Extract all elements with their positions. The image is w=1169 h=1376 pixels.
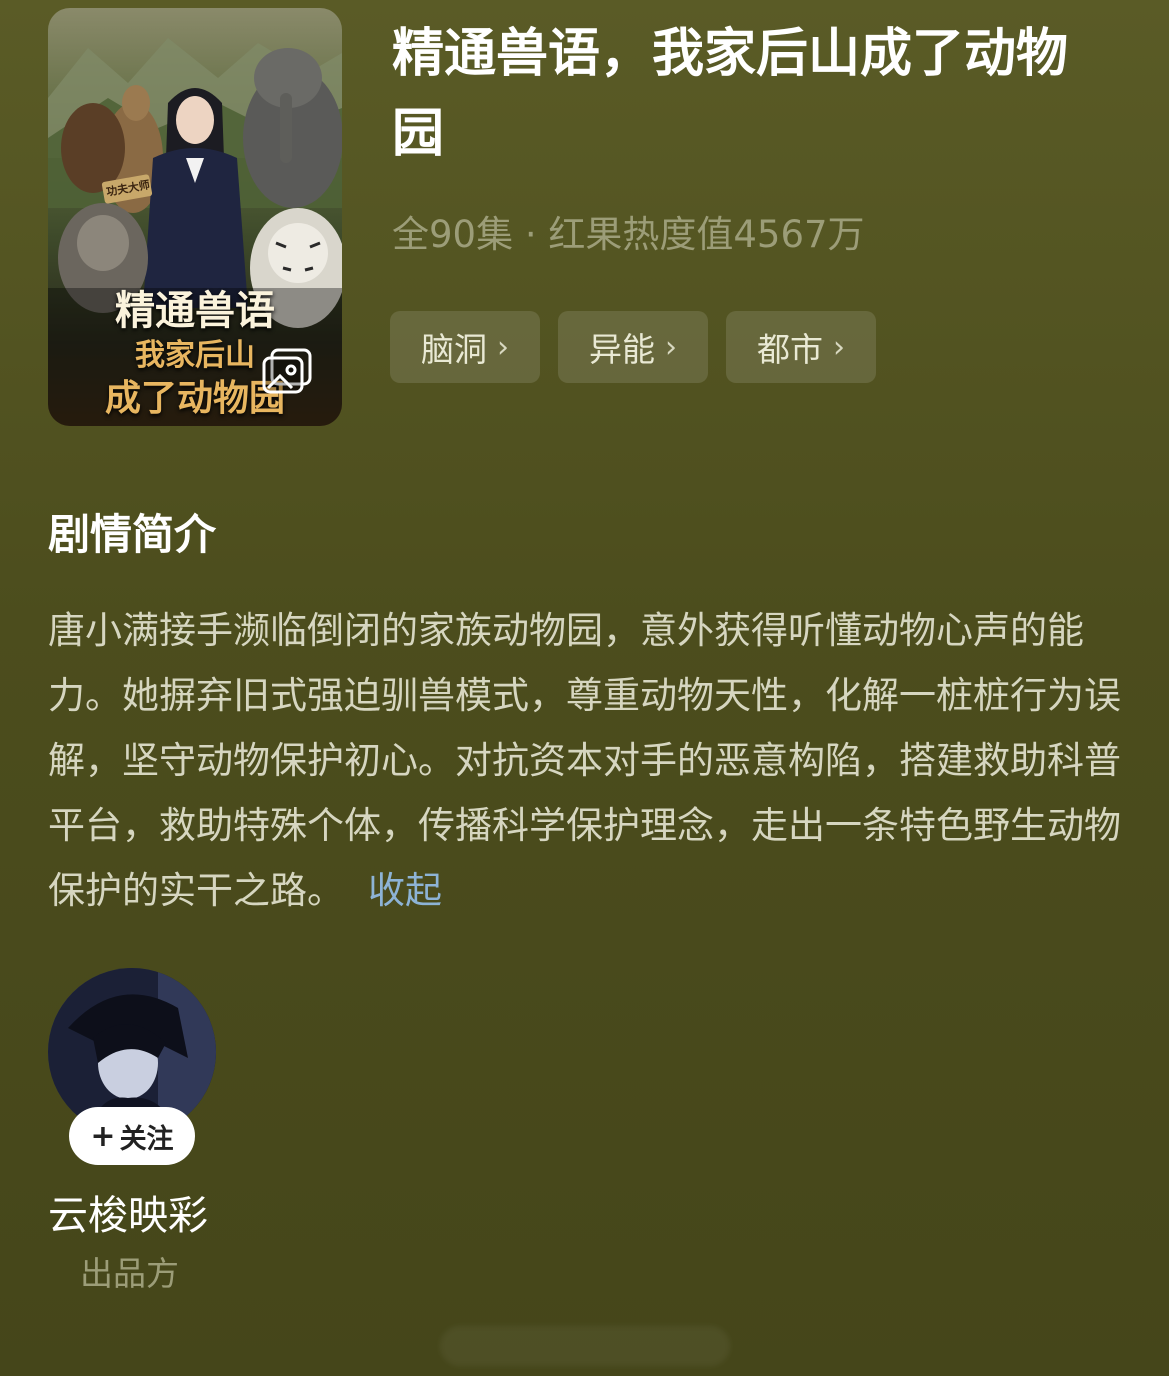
collapse-link[interactable]: 收起 xyxy=(368,869,442,912)
chevron-right-icon: › xyxy=(833,329,845,365)
tag-label: 脑洞 xyxy=(421,330,487,369)
watermark xyxy=(440,1326,730,1366)
tag-superpower[interactable]: 异能 › xyxy=(558,311,708,383)
gallery-icon[interactable] xyxy=(260,348,314,398)
follow-label: 关注 xyxy=(119,1123,174,1155)
producer-role: 出品方 xyxy=(80,1254,179,1293)
poster-title-line1: 精通兽语 xyxy=(115,287,275,334)
chevron-right-icon: › xyxy=(665,329,677,365)
producer-name[interactable]: 云梭映彩 xyxy=(48,1188,208,1244)
drama-meta: 全90集 · 红果热度值4567万 xyxy=(392,213,865,256)
plus-icon: + xyxy=(90,1118,116,1154)
tag-brain-hole[interactable]: 脑洞 › xyxy=(390,311,540,383)
drama-title: 精通兽语，我家后山成了动物园 xyxy=(392,24,1069,164)
chevron-right-icon: › xyxy=(497,329,509,365)
synopsis-text: 唐小满接手濒临倒闭的家族动物园，意外获得听懂动物心声的能力。她摒弃旧式强迫驯兽模… xyxy=(48,609,1121,912)
synopsis-heading: 剧情简介 xyxy=(48,510,217,559)
tag-list: 脑洞 › 异能 › 都市 › xyxy=(390,311,876,383)
follow-button[interactable]: + 关注 xyxy=(69,1107,195,1165)
tag-label: 异能 xyxy=(589,330,655,369)
tag-label: 都市 xyxy=(757,330,823,369)
tag-urban[interactable]: 都市 › xyxy=(726,311,876,383)
synopsis-body: 唐小满接手濒临倒闭的家族动物园，意外获得听懂动物心声的能力。她摒弃旧式强迫驯兽模… xyxy=(48,598,1128,923)
